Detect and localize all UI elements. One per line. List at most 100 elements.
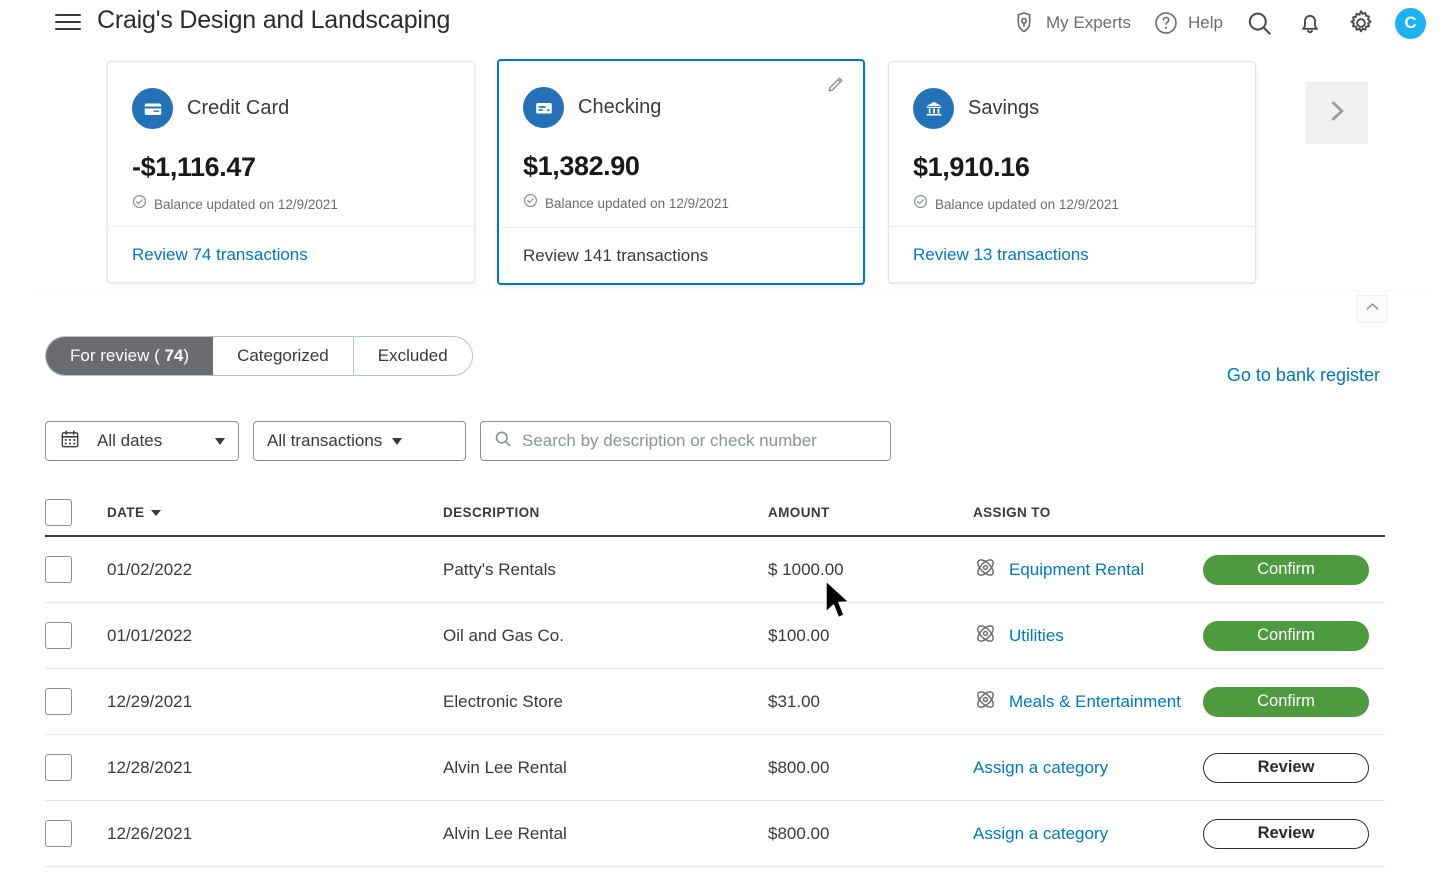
row-checkbox[interactable] bbox=[45, 622, 72, 649]
table-row[interactable]: 12/26/2021 Alvin Lee Rental $800.00 Assign … bbox=[45, 801, 1385, 867]
row-checkbox[interactable] bbox=[45, 688, 72, 715]
cell-description: Patty's Rentals bbox=[443, 559, 556, 579]
table-header-row: DATE DESCRIPTION AMOUNT ASSIGN TO bbox=[45, 490, 1385, 537]
row-checkbox[interactable] bbox=[45, 556, 72, 583]
table-row[interactable]: 01/01/2022 Oil and Gas Co. $100.00 Utiliti… bbox=[45, 603, 1385, 669]
confirm-button[interactable]: Confirm bbox=[1203, 686, 1369, 717]
tab-for-review-label: For review bbox=[70, 346, 150, 365]
sort-descending-caret-icon bbox=[151, 509, 162, 516]
category-rule-icon bbox=[973, 687, 998, 717]
confirm-button[interactable]: Confirm bbox=[1203, 620, 1369, 651]
balance-updated: Balance updated on 12/9/2021 bbox=[913, 194, 1231, 214]
row-select-cell bbox=[45, 754, 107, 781]
card-footer: Review 141 transactions bbox=[499, 227, 863, 283]
check-circle-icon bbox=[523, 193, 538, 213]
check-circle-icon bbox=[132, 194, 147, 214]
cell-action: Confirm bbox=[1203, 554, 1387, 585]
account-card-checking[interactable]: Checking $1,382.90 Balance updated on 12… bbox=[497, 59, 865, 285]
tab-categorized[interactable]: Categorized bbox=[213, 337, 354, 375]
page-title: Craig's Design and Landscaping bbox=[97, 6, 451, 34]
column-header-assign-to[interactable]: ASSIGN TO bbox=[973, 505, 1203, 520]
cell-amount: $800.00 bbox=[768, 823, 830, 843]
review-transactions-link[interactable]: Review 74 transactions bbox=[132, 245, 308, 265]
card-footer: Review 13 transactions bbox=[889, 226, 1255, 282]
app-header: Craig's Design and Landscaping My Expert… bbox=[0, 0, 1440, 46]
column-header-date-label: DATE bbox=[107, 505, 145, 520]
column-header-amount[interactable]: AMOUNT bbox=[768, 505, 973, 520]
my-experts-button[interactable]: My Experts bbox=[1000, 0, 1142, 46]
cell-assign-to: Utilities bbox=[973, 621, 1203, 651]
date-filter-dropdown[interactable]: All dates bbox=[45, 421, 239, 461]
cell-action: Confirm bbox=[1203, 620, 1387, 651]
help-label: Help bbox=[1188, 13, 1223, 32]
category-link[interactable]: Meals & Entertainment bbox=[1009, 692, 1181, 712]
avatar[interactable]: C bbox=[1395, 7, 1426, 39]
balance-updated-text: Balance updated on 12/9/2021 bbox=[154, 196, 338, 212]
category-link[interactable]: Assign a category bbox=[973, 758, 1108, 778]
table-body: 01/02/2022 Patty's Rentals $ 1000.00 Equip… bbox=[45, 537, 1385, 867]
search-input[interactable] bbox=[522, 431, 878, 451]
balance-updated-text: Balance updated on 12/9/2021 bbox=[935, 196, 1119, 212]
cell-description: Alvin Lee Rental bbox=[443, 823, 567, 843]
tab-for-review[interactable]: For review ( 74) bbox=[46, 337, 214, 375]
notifications-button[interactable] bbox=[1285, 0, 1335, 46]
account-balance: $1,910.16 bbox=[913, 152, 1030, 182]
cell-amount: $100.00 bbox=[768, 625, 830, 645]
select-all-checkbox[interactable] bbox=[45, 499, 72, 526]
collapse-cards-button[interactable] bbox=[1356, 295, 1388, 323]
account-balance: -$1,116.47 bbox=[132, 152, 256, 182]
date-filter-label: All dates bbox=[97, 431, 163, 450]
review-transactions-link[interactable]: Review 13 transactions bbox=[913, 245, 1089, 265]
category-link[interactable]: Equipment Rental bbox=[1009, 560, 1144, 580]
cell-description: Oil and Gas Co. bbox=[443, 625, 564, 645]
cell-amount: $800.00 bbox=[768, 757, 830, 777]
row-checkbox[interactable] bbox=[45, 820, 72, 847]
balance-updated-text: Balance updated on 12/9/2021 bbox=[545, 195, 729, 211]
table-row[interactable]: 12/28/2021 Alvin Lee Rental $800.00 Assign … bbox=[45, 735, 1385, 801]
cell-date: 01/01/2022 bbox=[107, 625, 193, 645]
cell-description: Alvin Lee Rental bbox=[443, 757, 567, 777]
category-link[interactable]: Utilities bbox=[1009, 626, 1064, 646]
card-footer: Review 74 transactions bbox=[108, 226, 474, 282]
balance-updated: Balance updated on 12/9/2021 bbox=[523, 193, 839, 213]
help-button[interactable]: Help bbox=[1142, 0, 1234, 46]
account-card-savings[interactable]: Savings $1,910.16 Balance updated on 12/… bbox=[888, 61, 1256, 283]
table-row[interactable]: 01/02/2022 Patty's Rentals $ 1000.00 Equip… bbox=[45, 537, 1385, 603]
column-header-description[interactable]: DESCRIPTION bbox=[443, 505, 768, 520]
column-header-date[interactable]: DATE bbox=[107, 505, 443, 520]
person-shield-icon bbox=[1011, 10, 1037, 36]
pencil-edit-icon[interactable] bbox=[823, 74, 846, 102]
tab-excluded[interactable]: Excluded bbox=[353, 337, 472, 375]
transaction-type-filter-label: All transactions bbox=[267, 431, 383, 450]
my-experts-label: My Experts bbox=[1046, 13, 1132, 32]
transaction-status-tabs: For review ( 74) Categorized Excluded bbox=[45, 336, 473, 376]
credit-card-icon bbox=[132, 88, 173, 129]
tab-categorized-label: Categorized bbox=[237, 346, 329, 365]
carousel-next-button[interactable] bbox=[1306, 82, 1368, 144]
cell-date: 12/28/2021 bbox=[107, 757, 193, 777]
search-button[interactable] bbox=[1234, 0, 1285, 46]
account-balance: $1,382.90 bbox=[523, 151, 640, 181]
go-to-bank-register-link[interactable]: Go to bank register bbox=[1227, 365, 1380, 386]
transaction-type-filter-dropdown[interactable]: All transactions bbox=[253, 421, 466, 461]
cell-assign-to: Meals & Entertainment bbox=[973, 687, 1203, 717]
review-transactions-link[interactable]: Review 141 transactions bbox=[523, 246, 708, 266]
row-checkbox[interactable] bbox=[45, 754, 72, 781]
checking-account-icon bbox=[523, 87, 564, 128]
table-row[interactable]: 12/29/2021 Electronic Store $31.00 Meals &… bbox=[45, 669, 1385, 735]
category-link[interactable]: Assign a category bbox=[973, 824, 1108, 844]
account-cards-carousel: Credit Card -$1,116.47 Balance updated o… bbox=[0, 59, 1440, 287]
header-actions: My Experts Help C bbox=[1000, 0, 1432, 46]
review-button[interactable]: Review bbox=[1203, 752, 1369, 783]
confirm-button[interactable]: Confirm bbox=[1203, 554, 1369, 585]
account-card-credit-card[interactable]: Credit Card -$1,116.47 Balance updated o… bbox=[107, 61, 475, 283]
category-rule-icon bbox=[973, 555, 998, 585]
capture-artifact bbox=[30, 290, 1430, 292]
chevron-down-icon bbox=[392, 437, 403, 445]
cell-action: Confirm bbox=[1203, 686, 1387, 717]
balance-updated: Balance updated on 12/9/2021 bbox=[132, 194, 450, 214]
settings-button[interactable] bbox=[1335, 0, 1387, 46]
hamburger-menu-icon[interactable] bbox=[55, 11, 81, 33]
review-button[interactable]: Review bbox=[1203, 818, 1369, 849]
search-icon bbox=[493, 429, 513, 454]
